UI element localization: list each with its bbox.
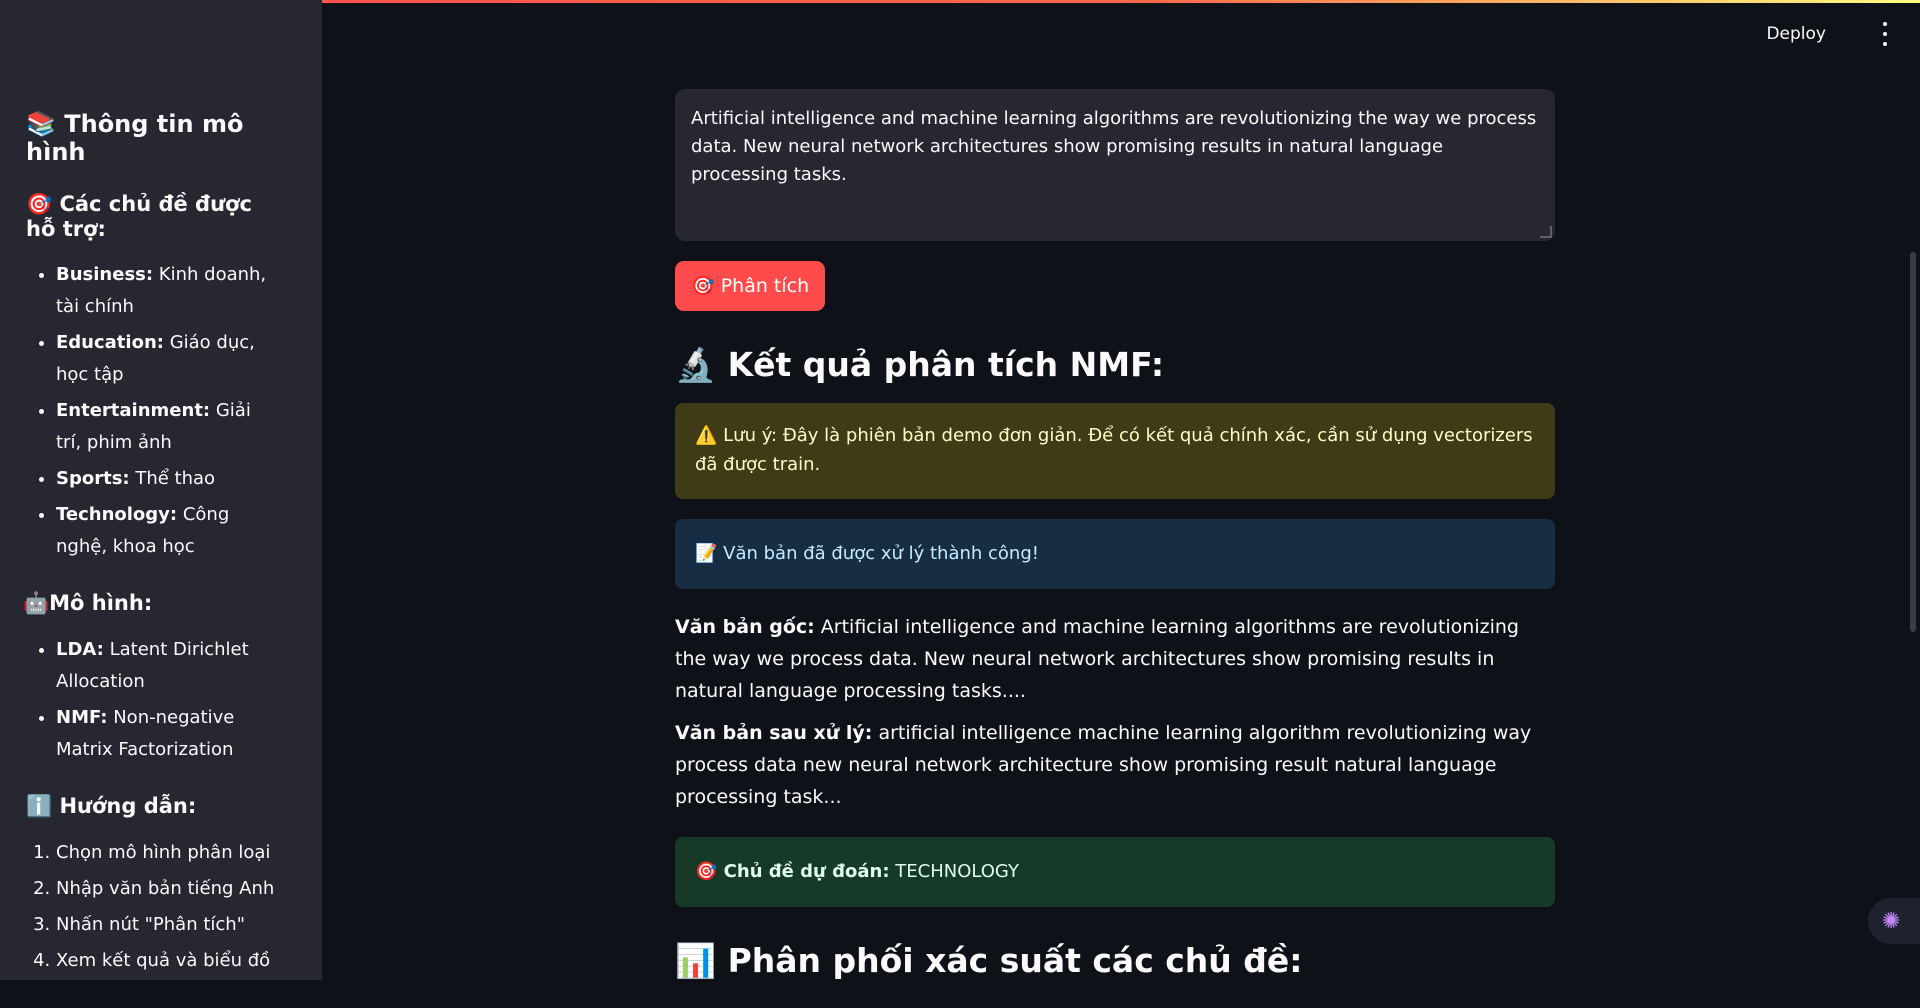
guide-list: Chọn mô hình phân loại Nhập văn bản tiến… <box>26 837 276 977</box>
guide-step: Nhấn nút "Phân tích" <box>56 909 276 941</box>
original-text-paragraph: Văn bản gốc: Artificial intelligence and… <box>675 611 1555 707</box>
sidebar-topics-title: 🎯 Các chủ đề được hỗ trợ: <box>26 192 252 241</box>
topic-name: Entertainment: <box>56 400 211 421</box>
model-name: NMF: <box>56 707 108 728</box>
original-text-label: Văn bản gốc: <box>675 616 815 638</box>
topic-name: Business: <box>56 264 154 285</box>
guide-step: Nhập văn bản tiếng Anh <box>56 873 276 905</box>
distribution-title: 📊 Phân phối xác suất các chủ đề: <box>675 941 1303 980</box>
warning-alert: ⚠️ Lưu ý: Đây là phiên bản demo đơn giản… <box>675 403 1555 499</box>
topic-item: Sports: Thể thao <box>56 463 276 495</box>
topics-list: Business: Kinh doanh, tài chính Educatio… <box>26 259 276 563</box>
sidebar-info-title: 📚 Thông tin mô hình <box>26 110 244 166</box>
deploy-button[interactable]: Deploy <box>1766 24 1826 44</box>
processed-text-paragraph: Văn bản sau xử lý: artificial intelligen… <box>675 717 1555 813</box>
prediction-value: TECHNOLOGY <box>889 861 1019 882</box>
model-item: LDA: Latent Dirichlet Allocation <box>56 634 276 698</box>
model-item: NMF: Non-negative Matrix Factorization <box>56 702 276 766</box>
topic-item: Entertainment: Giải trí, phim ảnh <box>56 395 276 459</box>
topic-item: Business: Kinh doanh, tài chính <box>56 259 276 323</box>
analyze-button[interactable]: 🎯 Phân tích <box>675 261 826 311</box>
topic-item: Technology: Công nghệ, khoa học <box>56 499 276 563</box>
text-input-value: Artificial intelligence and machine lear… <box>691 108 1537 185</box>
info-alert: 📝 Văn bản đã được xử lý thành công! <box>675 519 1555 589</box>
models-list: LDA: Latent Dirichlet Allocation NMF: No… <box>26 634 276 766</box>
prediction-label: 🎯 Chủ đề dự đoán: <box>695 861 890 882</box>
results-title: 🔬 Kết quả phân tích NMF: <box>675 345 1165 384</box>
topic-desc: Thể thao <box>129 468 216 489</box>
topic-name: Technology: <box>56 504 178 525</box>
guide-step: Xem kết quả và biểu đồ <box>56 945 276 977</box>
main-menu-icon[interactable] <box>1880 22 1890 46</box>
topic-name: Sports: <box>56 468 130 489</box>
text-input-area[interactable]: Artificial intelligence and machine lear… <box>675 89 1555 241</box>
processed-text-label: Văn bản sau xử lý: <box>675 722 873 744</box>
guide-step: Chọn mô hình phân loại <box>56 837 276 869</box>
app-header: Deploy <box>322 0 1920 78</box>
sidebar-guide-title: ℹ️ Hướng dẫn: <box>26 794 197 818</box>
sidebar: 📚 Thông tin mô hình 🎯 Các chủ đề được hỗ… <box>0 0 322 980</box>
vertical-scrollbar[interactable] <box>1910 252 1916 632</box>
assistant-brain-icon[interactable]: ✺ <box>1868 898 1920 944</box>
model-name: LDA: <box>56 639 104 660</box>
topic-name: Education: <box>56 332 164 353</box>
sidebar-models-title: 🤖Mô hình: <box>23 591 153 615</box>
resize-handle-icon[interactable] <box>1540 226 1552 238</box>
main-content: Artificial intelligence and machine lear… <box>675 89 1555 1008</box>
prediction-alert: 🎯 Chủ đề dự đoán: TECHNOLOGY <box>675 837 1555 907</box>
topic-item: Education: Giáo dục, học tập <box>56 327 276 391</box>
